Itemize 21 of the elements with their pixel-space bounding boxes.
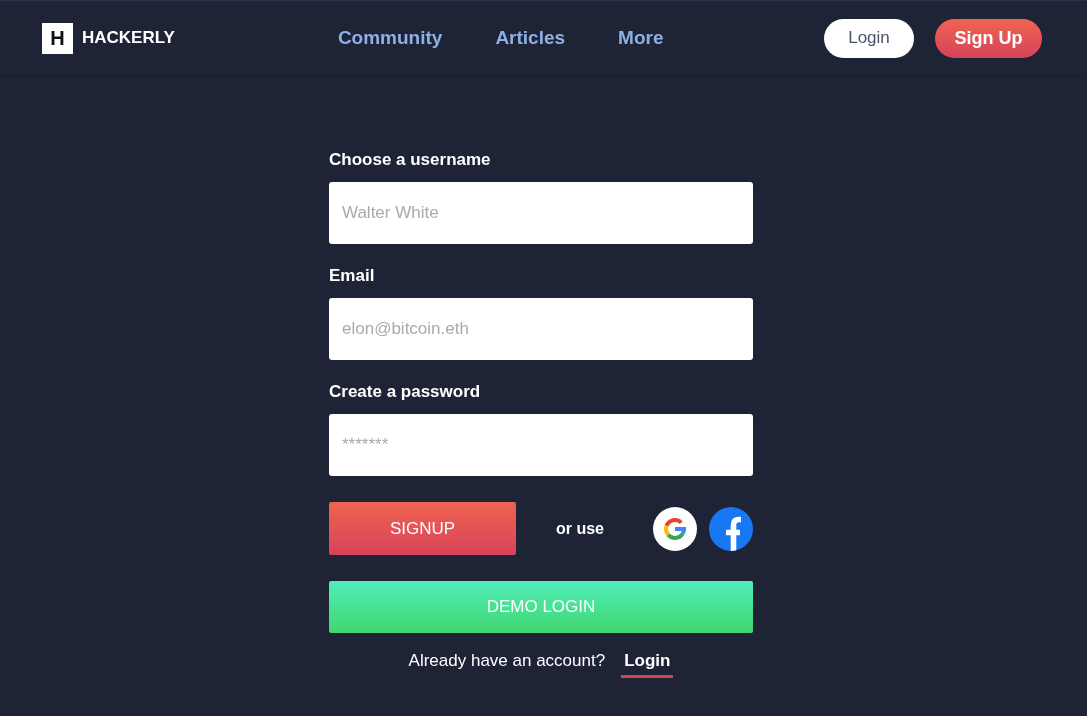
facebook-icon: [709, 506, 753, 551]
facebook-login-button[interactable]: [709, 506, 753, 551]
brand-name: HACKERLY: [82, 28, 175, 48]
google-icon: [664, 517, 686, 540]
header-sign-up-button[interactable]: Sign Up: [935, 18, 1042, 58]
signup-button[interactable]: SIGNUP: [329, 502, 516, 555]
account-prompt: Already have an account?: [408, 651, 606, 671]
logo-mark: H: [42, 22, 73, 54]
input-field[interactable]: *******: [329, 414, 753, 476]
field-label: Create a password: [329, 381, 482, 403]
nav-link[interactable]: Articles: [495, 27, 566, 49]
field-label: Choose a username: [329, 149, 492, 171]
field-label: Email: [329, 265, 376, 287]
login-link[interactable]: Login: [621, 651, 674, 678]
google-login-button[interactable]: [653, 506, 697, 551]
nav-link[interactable]: Community: [337, 27, 443, 49]
nav-link[interactable]: More: [618, 27, 664, 49]
alternative-label: or use: [556, 519, 604, 538]
input-field[interactable]: Walter White: [329, 182, 753, 244]
input-field[interactable]: elon@bitcoin.eth: [329, 298, 753, 360]
header-login-button[interactable]: Login: [824, 18, 914, 58]
